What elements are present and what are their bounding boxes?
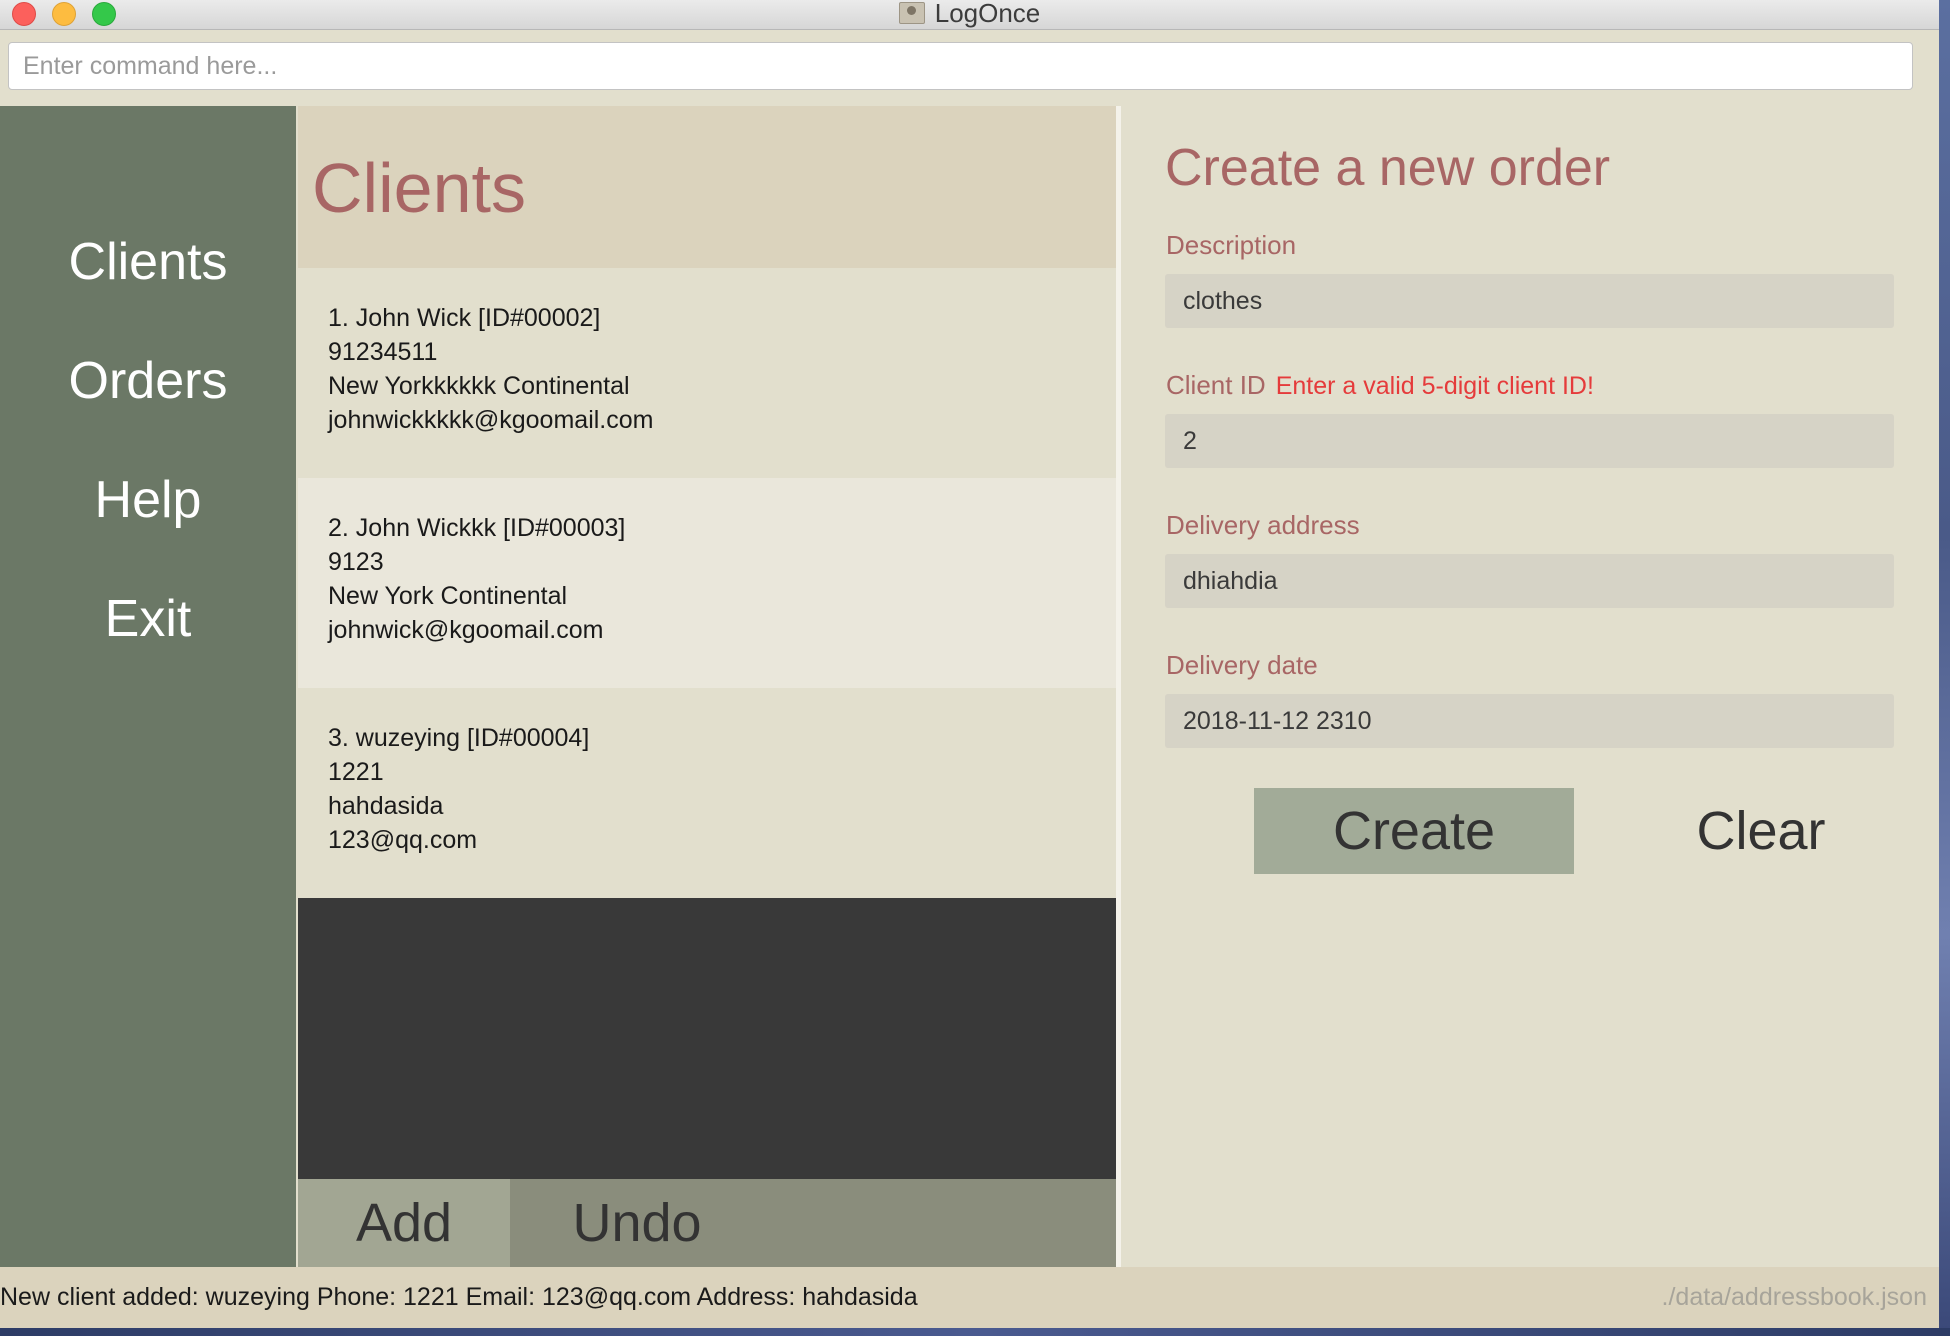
description-label: Description	[1166, 230, 1297, 260]
app-icon	[898, 2, 925, 24]
client-address: hahdasida	[328, 792, 444, 820]
delivery-address-label: Delivery address	[1166, 510, 1360, 540]
clear-form-button[interactable]: Clear	[1611, 788, 1911, 874]
description-field[interactable]	[1165, 274, 1894, 328]
client-address: New York Continental	[328, 582, 568, 610]
desktop-background-bottom	[0, 1328, 1950, 1336]
sidebar-item-help[interactable]: Help	[0, 470, 296, 530]
client-header: 1. John Wick [ID#00002]	[328, 304, 601, 332]
clients-title: Clients	[312, 149, 526, 227]
client-address: New Yorkkkkkk Continental	[328, 372, 630, 400]
app-window: LogOnce Clients Orders Help Exit Clients…	[0, 0, 1939, 1328]
client-email: 123@qq.com	[328, 826, 478, 854]
client-id-field[interactable]	[1165, 414, 1894, 468]
window-title-group: LogOnce	[0, 0, 1939, 28]
list-item[interactable]: 2. John Wickkk [ID#00003] 9123 New York …	[298, 478, 1116, 688]
sidebar-item-orders[interactable]: Orders	[0, 351, 296, 411]
status-message: New client added: wuzeying Phone: 1221 E…	[0, 1283, 918, 1311]
client-phone: 9123	[328, 548, 384, 576]
title-bar: LogOnce	[0, 0, 1939, 30]
client-id-label: Client ID	[1166, 370, 1266, 400]
command-bar	[0, 30, 1939, 106]
client-phone: 91234511	[328, 338, 438, 366]
desktop-background-right	[1939, 0, 1950, 1336]
client-id-error: Enter a valid 5-digit client ID!	[1275, 372, 1594, 400]
status-bar: New client added: wuzeying Phone: 1221 E…	[0, 1267, 1939, 1328]
undo-button[interactable]: Undo	[510, 1179, 764, 1267]
client-header: 3. wuzeying [ID#00004]	[328, 724, 590, 752]
status-file-path: ./data/addressbook.json	[1661, 1283, 1927, 1311]
window-title: LogOnce	[934, 0, 1041, 28]
delivery-date-field[interactable]	[1165, 694, 1894, 748]
clients-panel: Clients 1. John Wick [ID#00002] 91234511…	[298, 106, 1116, 1267]
sidebar: Clients Orders Help Exit	[0, 106, 296, 1267]
form-title: Create a new order	[1165, 139, 1611, 197]
clients-action-bar: Add Undo	[298, 1179, 1116, 1267]
create-order-button[interactable]: Create	[1254, 788, 1574, 874]
delivery-address-field[interactable]	[1165, 554, 1894, 608]
client-email: johnwickkkkk@kgoomail.com	[328, 406, 654, 434]
create-order-panel: Create a new order Description Client ID…	[1121, 106, 1939, 1267]
clients-header: Clients	[298, 106, 1116, 268]
list-item[interactable]: 3. wuzeying [ID#00004] 1221 hahdasida 12…	[298, 688, 1116, 898]
add-client-button[interactable]: Add	[298, 1179, 510, 1267]
command-input[interactable]	[8, 42, 1913, 90]
client-id-label-group: Client ID Enter a valid 5-digit client ID…	[1166, 370, 1594, 401]
client-header: 2. John Wickkk [ID#00003]	[328, 514, 626, 542]
sidebar-item-clients[interactable]: Clients	[0, 232, 296, 292]
sidebar-item-exit[interactable]: Exit	[0, 589, 296, 649]
client-phone: 1221	[328, 758, 384, 786]
list-item[interactable]: 1. John Wick [ID#00002] 91234511 New Yor…	[298, 268, 1116, 478]
client-email: johnwick@kgoomail.com	[328, 616, 604, 644]
delivery-date-label: Delivery date	[1166, 650, 1318, 680]
